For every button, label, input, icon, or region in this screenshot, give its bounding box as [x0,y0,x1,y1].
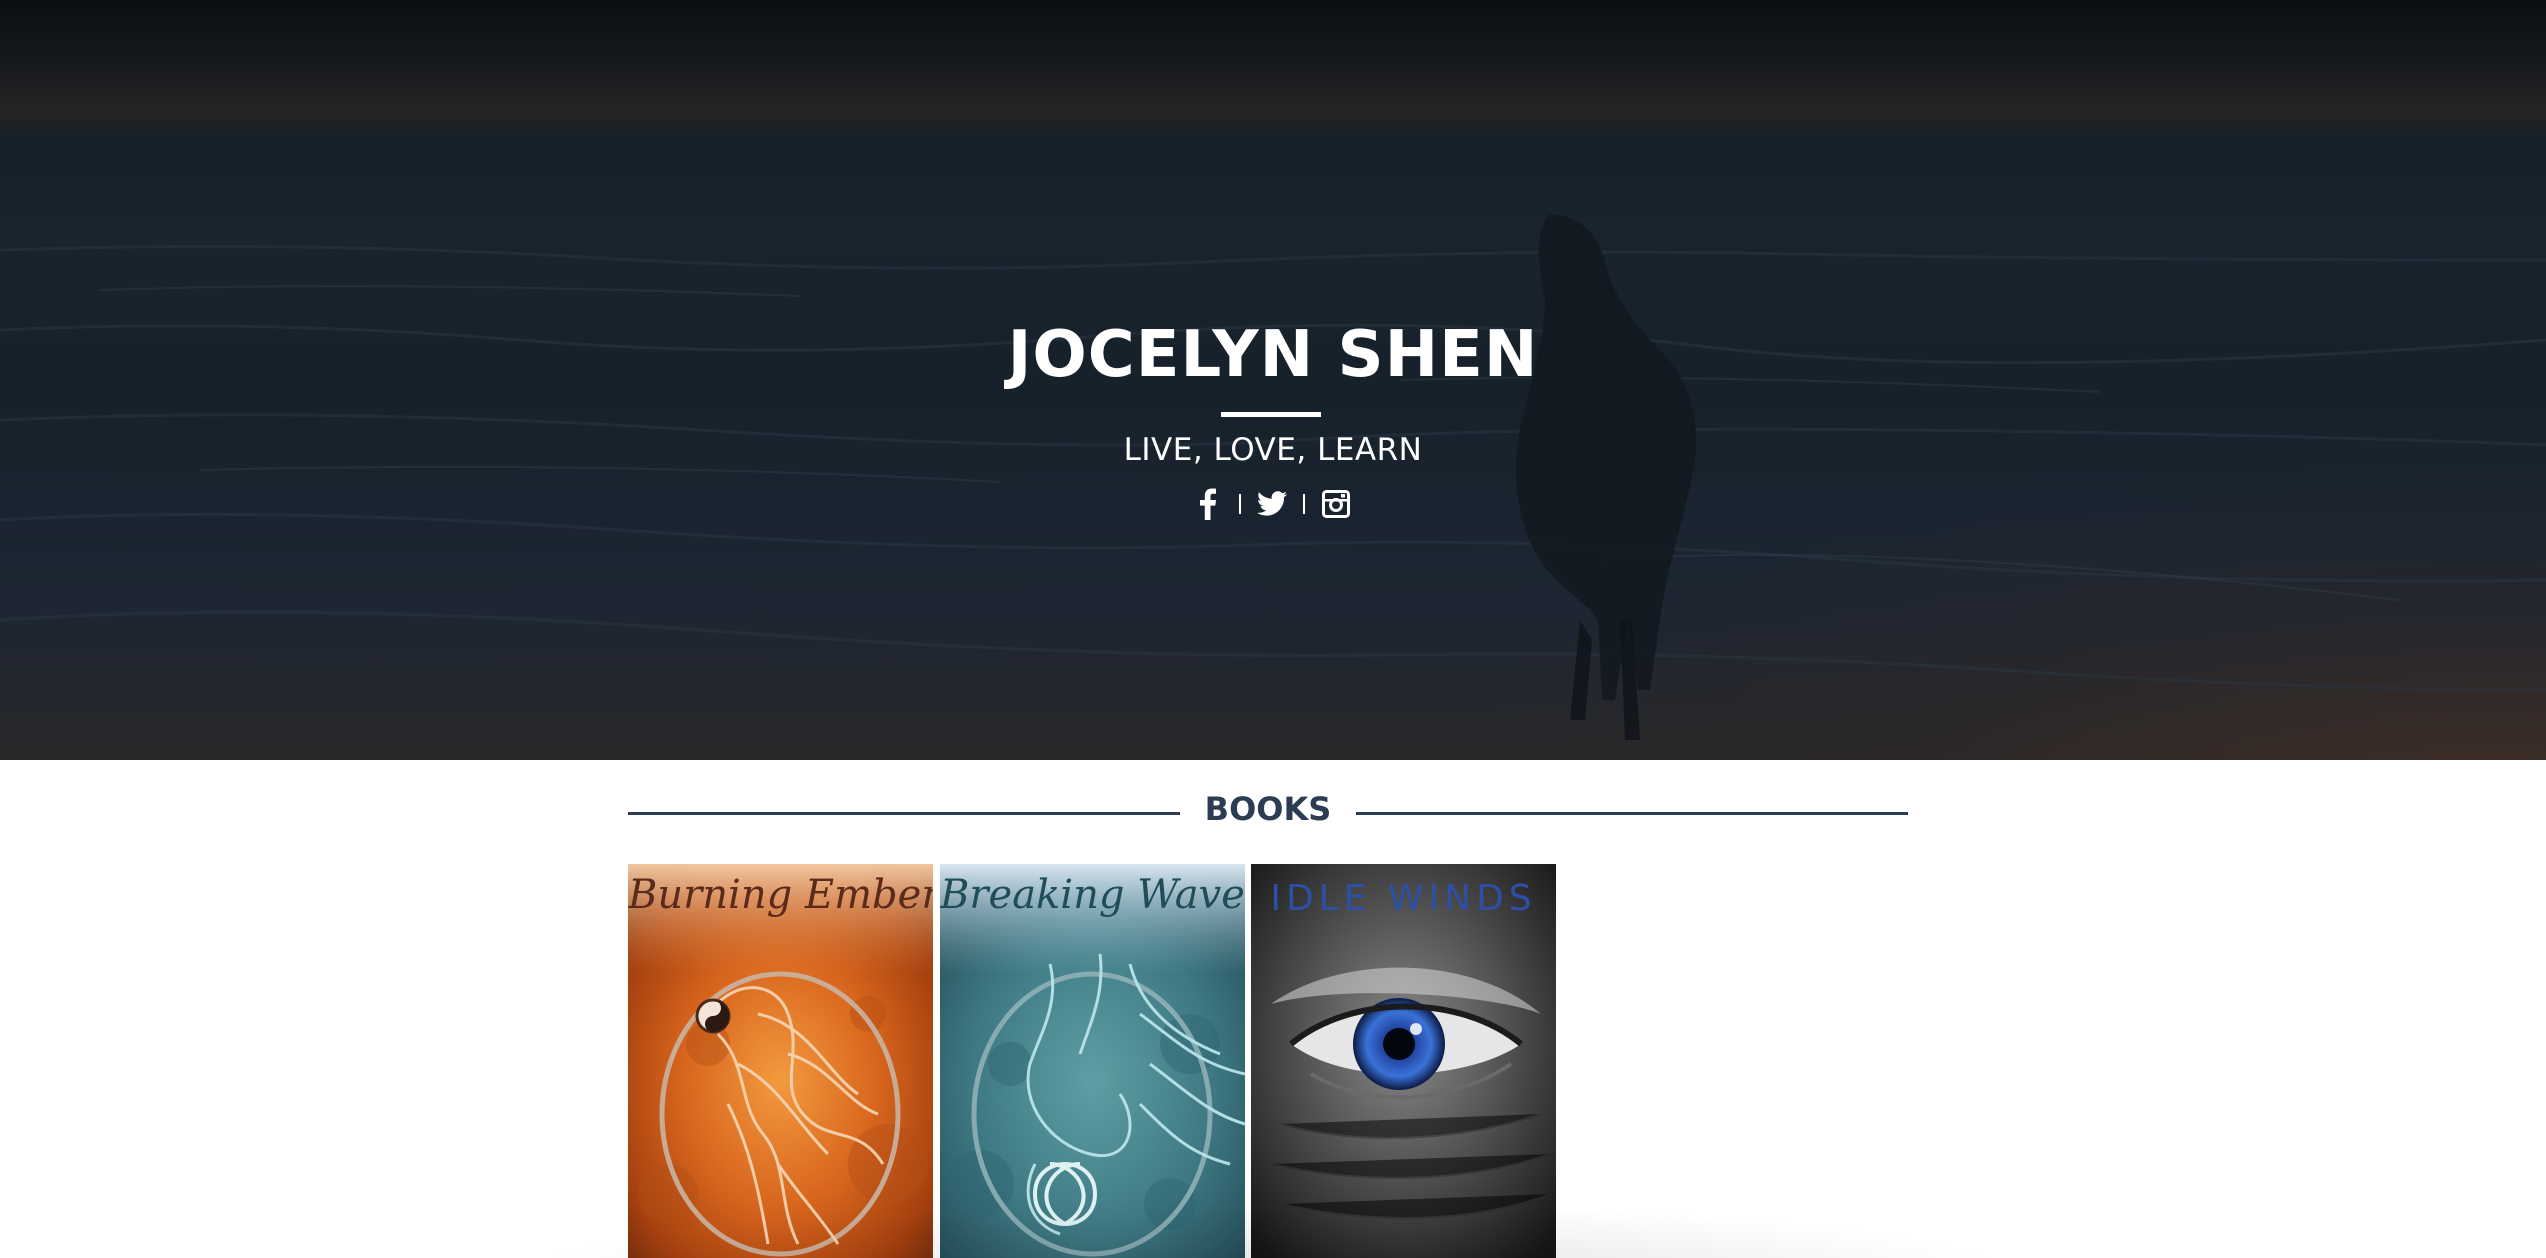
books-section-header: BOOKS [628,790,1908,836]
site-title: JOCELYN SHEN [1007,318,1539,392]
book-title: Breaking Waves [940,872,1245,918]
books-heading: BOOKS [1204,790,1332,828]
content-shadow [500,1200,2040,1258]
social-separator [1239,494,1241,514]
heading-rule-left [628,812,1180,815]
social-separator [1303,494,1305,514]
facebook-icon[interactable] [1190,486,1226,522]
book-cover-breaking-waves[interactable]: Breaking Waves [940,864,1245,1258]
heading-rule-right [1356,812,1908,815]
blue-eye [1251,864,1556,1258]
site-tagline: LIVE, LOVE, LEARN [1123,432,1423,468]
book-title: Burning Ember [628,872,933,918]
social-links [1190,486,1354,522]
twitter-icon[interactable] [1254,486,1290,522]
phoenix-emblem [628,864,933,1258]
title-divider [1221,412,1321,417]
celtic-seahorse-emblem [940,864,1245,1258]
book-cover-burning-ember[interactable]: Burning Ember [628,864,933,1258]
hero-banner: JOCELYN SHEN LIVE, LOVE, LEARN [0,0,2546,760]
book-cover-idle-winds[interactable]: IDLE WINDS [1251,864,1556,1258]
instagram-icon[interactable] [1318,486,1354,522]
book-title: IDLE WINDS [1270,878,1537,919]
